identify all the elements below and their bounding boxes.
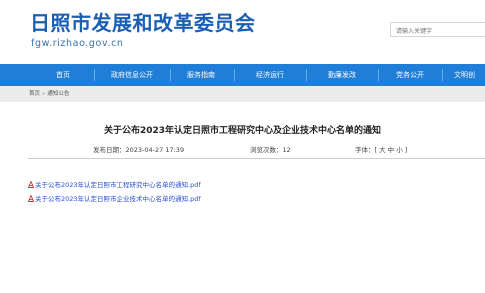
site-header: 日照市发展和改革委员会 fgw.rizhao.gov.cn <box>0 0 485 64</box>
nav-item-economy[interactable]: 经济运行 <box>242 64 298 86</box>
article-title: 关于公布2023年认定日照市工程研究中心及企业技术中心名单的通知 <box>103 126 382 136</box>
nav-item-civilization[interactable]: 文明创 <box>448 64 485 86</box>
font-size-control[interactable]: 字体：[ 大 中 小 ] <box>355 145 407 155</box>
nav-item-party-affairs[interactable]: 党务公开 <box>384 64 436 86</box>
nav-separator <box>234 69 235 81</box>
breadcrumb-home-link[interactable]: 首页 <box>29 91 40 97</box>
breadcrumb-separator: » <box>42 91 46 97</box>
article-meta: 发布日期：2023-04-27 17:39 浏览次数：12 字体：[ 大 中 小… <box>0 145 485 156</box>
attachment-label[interactable]: 关于公布2023年认定日照市企业技术中心名单的通知.pdf <box>35 195 201 203</box>
nav-item-gov-info[interactable]: 政府信息公开 <box>100 64 164 86</box>
nav-separator <box>170 69 171 81</box>
nav-item-integrity[interactable]: 勤廉发改 <box>314 64 370 86</box>
site-domain: fgw.rizhao.gov.cn <box>31 38 124 49</box>
attachment-link[interactable]: 关于公布2023年认定日照市企业技术中心名单的通知.pdf <box>28 194 201 204</box>
attachment-link[interactable]: 关于公布2023年认定日照市工程研究中心名单的通知.pdf <box>28 180 201 190</box>
nav-separator <box>442 69 443 81</box>
breadcrumb-current[interactable]: 通知公告 <box>47 91 69 97</box>
attachment-label[interactable]: 关于公布2023年认定日照市工程研究中心名单的通知.pdf <box>35 181 201 189</box>
site-title[interactable]: 日照市发展和改革委员会 <box>30 11 256 35</box>
main-nav: 首页 政府信息公开 服务指南 经济运行 勤廉发改 党务公开 文明创 <box>0 64 485 86</box>
breadcrumb: 首页» 通知公告 <box>29 89 69 99</box>
nav-separator <box>94 69 95 81</box>
nav-item-service-guide[interactable]: 服务指南 <box>176 64 226 86</box>
view-count: 浏览次数：12 <box>250 146 291 154</box>
divider <box>28 158 485 159</box>
breadcrumb-bar: 首页» 通知公告 <box>0 86 485 102</box>
pdf-icon <box>28 181 34 188</box>
publish-date: 发布日期：2023-04-27 17:39 <box>93 146 185 154</box>
nav-separator <box>306 69 307 81</box>
pdf-icon <box>28 195 34 202</box>
nav-separator <box>378 69 379 81</box>
search-input[interactable] <box>390 22 485 37</box>
nav-item-home[interactable]: 首页 <box>38 64 88 86</box>
